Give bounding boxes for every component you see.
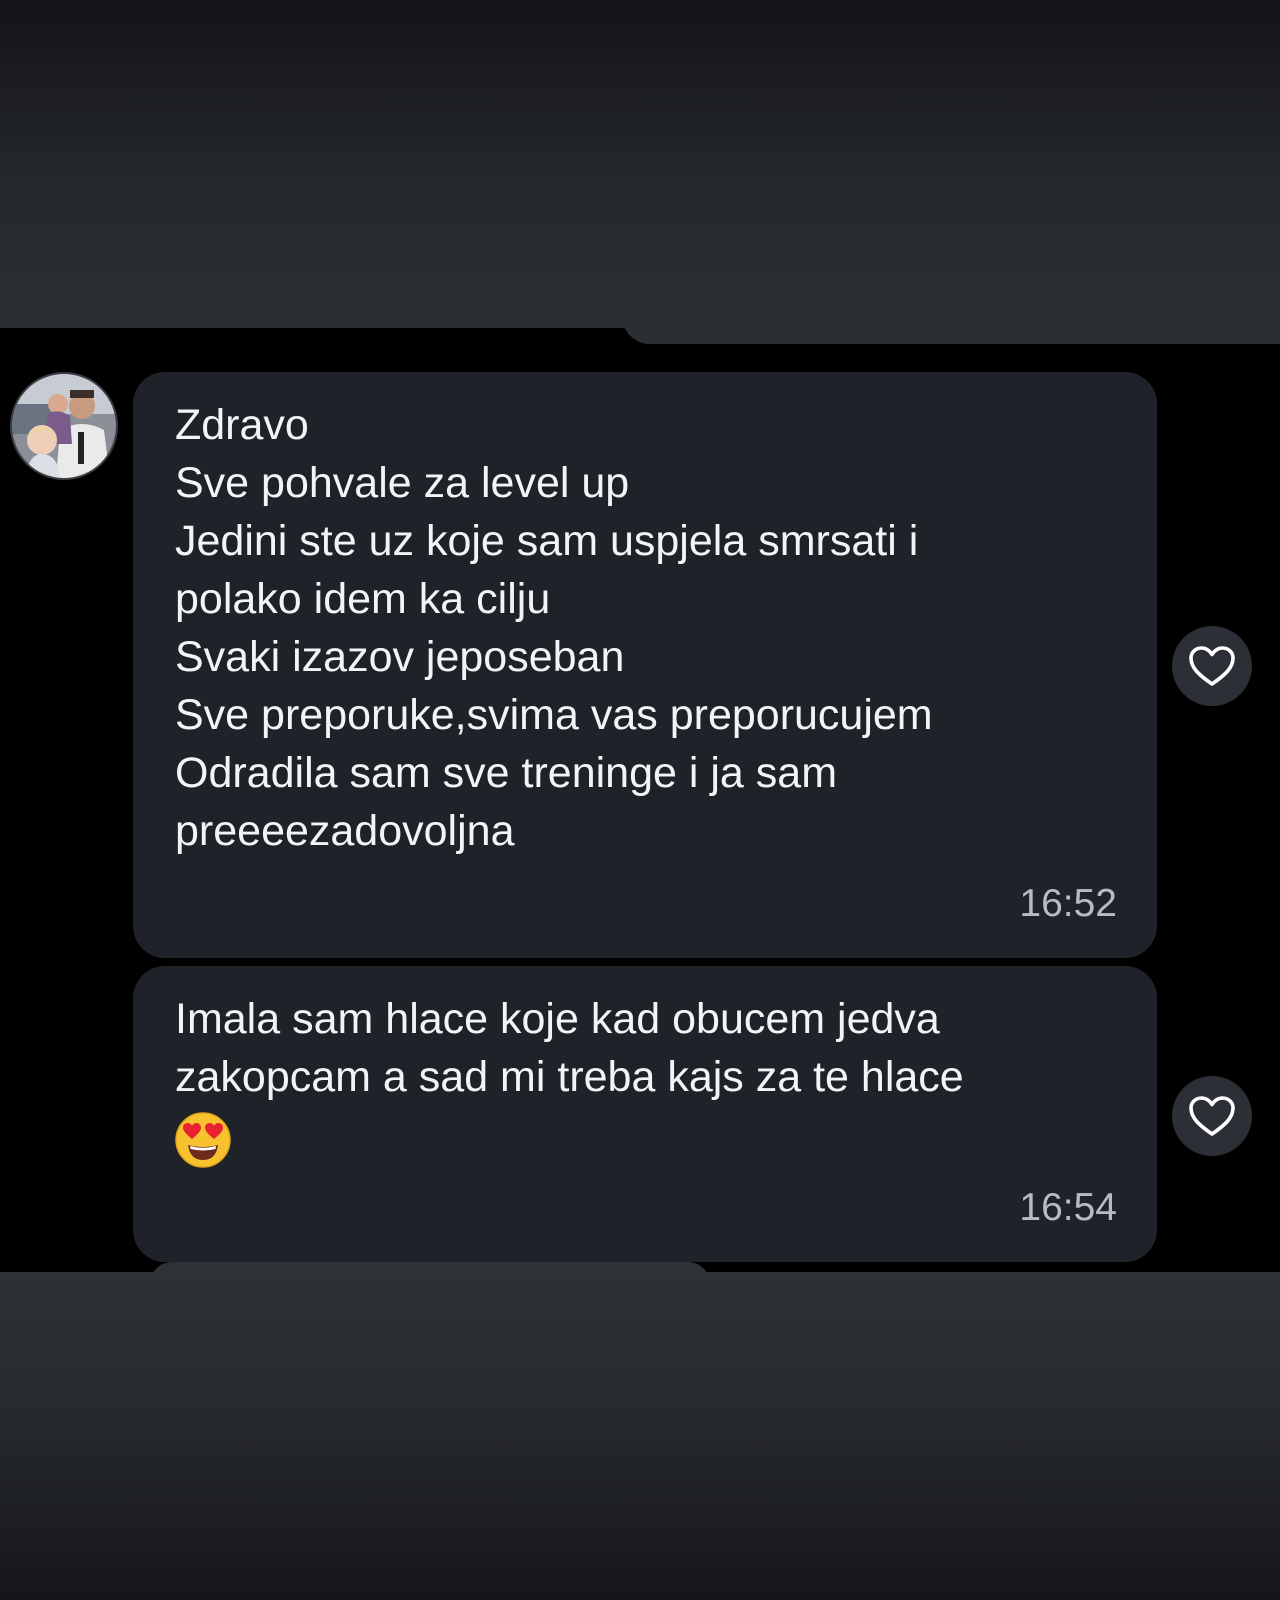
message-text-line: Imala sam hlace koje kad obucem jedva bbox=[175, 995, 940, 1043]
message-bubble[interactable]: Zdravo Sve pohvale za level up Jedini st… bbox=[133, 372, 1157, 958]
top-overlay bbox=[0, 0, 1280, 328]
like-button[interactable] bbox=[1172, 1076, 1252, 1156]
message-text-line: Zdravo bbox=[175, 401, 309, 449]
message-timestamp: 16:54 bbox=[1019, 1186, 1117, 1229]
avatar-photo bbox=[12, 374, 116, 478]
message-text-line: preeeezadovoljna bbox=[175, 807, 515, 855]
message-text-line: Jedini ste uz koje sam uspjela smrsati i bbox=[175, 517, 919, 565]
message-timestamp: 16:52 bbox=[1019, 882, 1117, 925]
message-text-line: zakopcam a sad mi treba kajs za te hlace bbox=[175, 1053, 964, 1101]
message-text-line: Svaki izazov jeposeban bbox=[175, 633, 625, 681]
like-button[interactable] bbox=[1172, 626, 1252, 706]
top-overlay-edge bbox=[622, 300, 1280, 344]
message-text-line: Sve preporuke,svima vas preporucujem bbox=[175, 691, 933, 739]
sender-avatar[interactable] bbox=[10, 372, 118, 480]
message-bubble[interactable]: Imala sam hlace koje kad obucem jedva za… bbox=[133, 966, 1157, 1262]
heart-outline-icon bbox=[1189, 1096, 1235, 1136]
heart-outline-icon bbox=[1189, 646, 1235, 686]
message-text-line: Odradila sam sve treninge i ja sam bbox=[175, 749, 838, 797]
chat-screen: Zdravo Sve pohvale za level up Jedini st… bbox=[0, 0, 1280, 1600]
bottom-overlay bbox=[0, 1272, 1280, 1600]
heart-eyes-emoji bbox=[175, 1112, 231, 1168]
message-text-line: Sve pohvale za level up bbox=[175, 459, 630, 507]
message-text-line: polako idem ka cilju bbox=[175, 575, 551, 623]
